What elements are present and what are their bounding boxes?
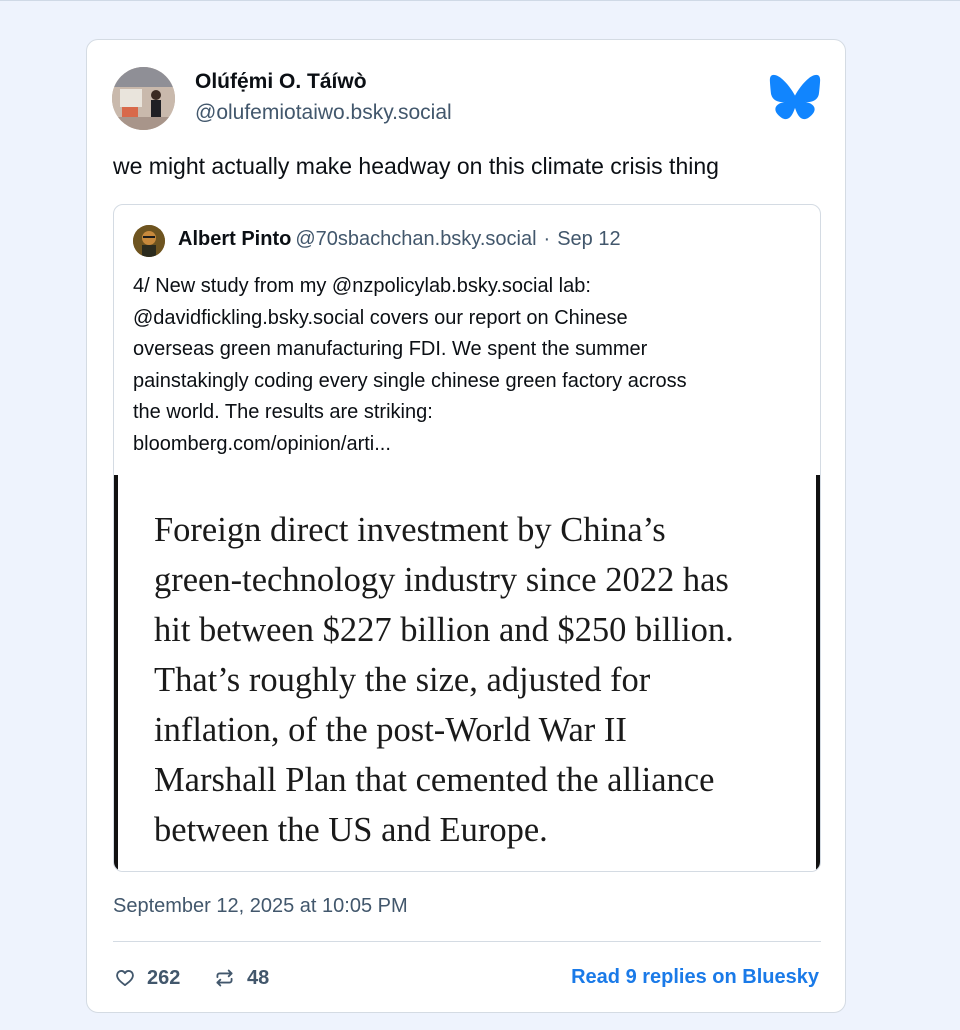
top-border-line	[0, 0, 960, 1]
quote-embedded-image[interactable]: Foreign direct investment by China’s gre…	[114, 475, 820, 871]
bluesky-butterfly-icon[interactable]	[769, 74, 821, 120]
heart-icon	[116, 970, 134, 986]
repost-icon	[216, 969, 233, 987]
author-name[interactable]: Olúfẹ́mi O. Táíwò	[195, 70, 367, 94]
quote-separator: ·	[543, 228, 551, 250]
repost-count-button[interactable]: 48	[214, 965, 269, 991]
like-count-button[interactable]: 262	[115, 965, 180, 991]
quote-text: 4/ New study from my @nzpolicylab.bsky.s…	[133, 275, 687, 455]
quote-author-handle[interactable]: @70sbachchan.bsky.social	[295, 228, 536, 250]
quote-header: Albert Pinto @70sbachchan.bsky.social · Sep…	[178, 228, 621, 251]
author-handle[interactable]: @olufemiotaiwo.bsky.social	[195, 101, 452, 125]
post-text: we might actually make headway on this c…	[113, 153, 719, 179]
quote-date[interactable]: Sep 12	[557, 228, 620, 250]
quote-image-text: Foreign direct investment by China’s gre…	[154, 511, 734, 849]
repost-count: 48	[247, 966, 270, 989]
post-timestamp[interactable]: September 12, 2025 at 10:05 PM	[113, 895, 408, 918]
quote-author-avatar[interactable]	[133, 225, 165, 257]
divider	[113, 941, 821, 942]
like-count: 262	[147, 966, 181, 989]
read-replies-link[interactable]: Read 9 replies on Bluesky	[571, 966, 819, 989]
quoted-post[interactable]: Albert Pinto @70sbachchan.bsky.social · Sep…	[113, 204, 821, 872]
author-avatar[interactable]	[112, 67, 175, 130]
quote-author-name[interactable]: Albert Pinto	[178, 228, 291, 250]
post-card: Olúfẹ́mi O. Táíwò @olufemiotaiwo.bsky.so…	[86, 39, 846, 1013]
